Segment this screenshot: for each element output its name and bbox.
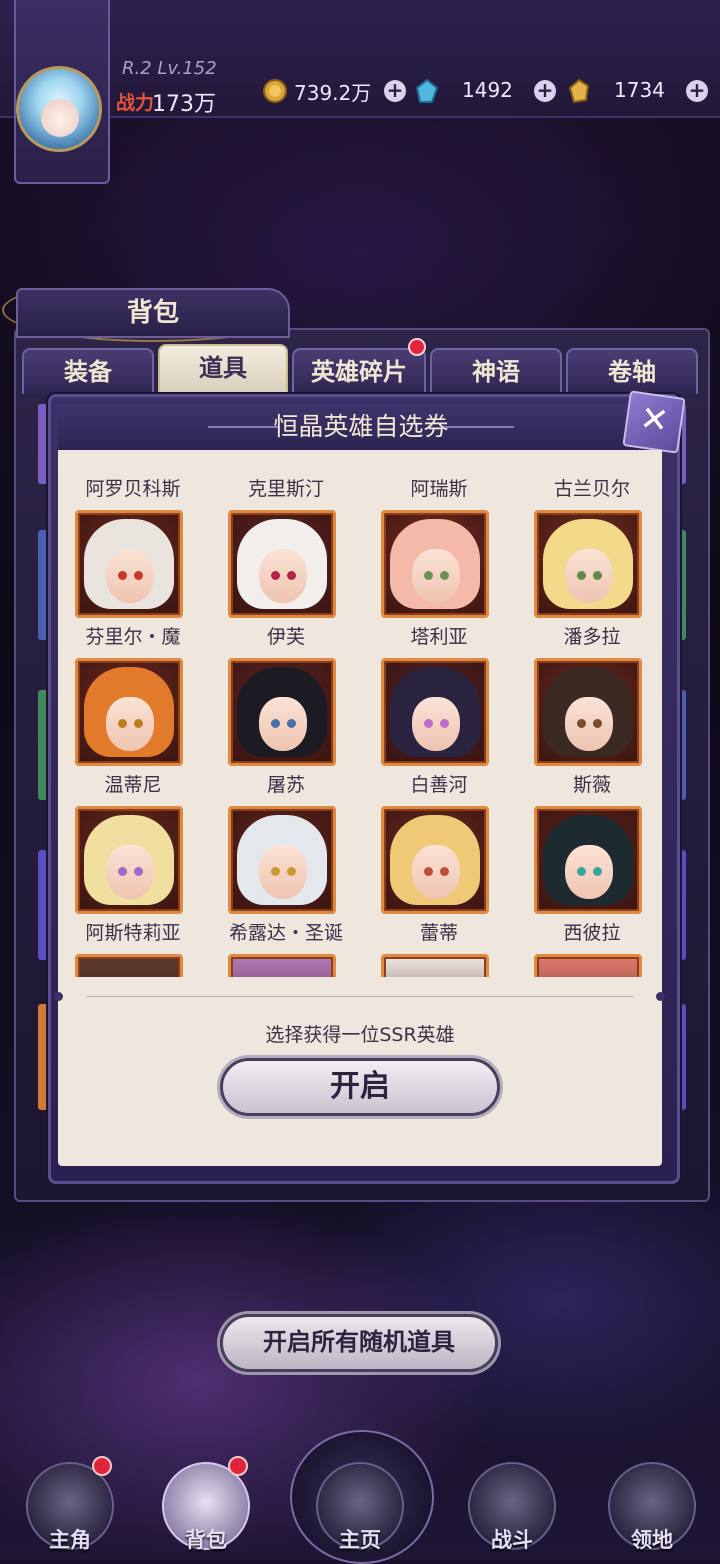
add-gold-button[interactable]: + bbox=[384, 80, 406, 102]
nav-label: 领地 bbox=[631, 1527, 673, 1552]
hero-portrait-card[interactable] bbox=[381, 510, 489, 618]
nav-label: 战斗 bbox=[491, 1527, 533, 1552]
gold-resource: 739.2万 bbox=[262, 76, 371, 106]
hero-portrait-card[interactable] bbox=[381, 806, 489, 914]
power-label: 战力 bbox=[116, 92, 155, 114]
hero-portrait-card[interactable] bbox=[75, 658, 183, 766]
hero-name: 潘多拉 bbox=[563, 626, 621, 648]
gold-gem-icon bbox=[568, 78, 590, 104]
hero-name: 屠苏 bbox=[266, 774, 305, 796]
tab-scrolls[interactable]: 卷轴 bbox=[566, 348, 698, 394]
hero-name: 阿斯特莉亚 bbox=[85, 922, 181, 944]
open-button[interactable]: 开启 bbox=[220, 1058, 500, 1116]
hero-portrait-card[interactable] bbox=[381, 954, 489, 977]
gold-coin-icon bbox=[263, 79, 287, 103]
nav-item-castle[interactable]: 领地 bbox=[600, 1440, 704, 1556]
hero-portrait-card[interactable] bbox=[381, 658, 489, 766]
hero-name: 西彼拉 bbox=[563, 922, 621, 944]
crystal-value: 1492 bbox=[462, 78, 513, 102]
hero-portrait-card[interactable] bbox=[228, 658, 336, 766]
hero-portrait-card[interactable] bbox=[75, 806, 183, 914]
hero-portrait-card[interactable] bbox=[534, 806, 642, 914]
tab-equipment[interactable]: 装备 bbox=[22, 348, 154, 394]
tab-mythos[interactable]: 神语 bbox=[430, 348, 562, 394]
crystal-icon bbox=[415, 78, 439, 103]
hero-name: 芬里尔・魔 bbox=[85, 626, 181, 648]
hero-portrait-card[interactable] bbox=[534, 658, 642, 766]
hero-portrait-card[interactable] bbox=[534, 954, 642, 977]
item-slot-edge bbox=[38, 1004, 48, 1110]
bag-title: 背包 bbox=[126, 298, 179, 328]
hero-name: 蕾蒂 bbox=[419, 922, 458, 944]
gold-value: 739.2万 bbox=[294, 80, 372, 105]
modal-title: 恒晶英雄自选券 bbox=[273, 412, 449, 441]
hero-name: 希露达・圣诞 bbox=[228, 922, 343, 944]
item-slot-edge bbox=[38, 404, 48, 484]
nav-item-hero[interactable]: 主角 bbox=[18, 1440, 122, 1556]
nav-label: 背包 bbox=[185, 1527, 227, 1552]
nav-item-swords[interactable]: 战斗 bbox=[460, 1440, 564, 1556]
column-hero-name: 阿瑞斯 bbox=[410, 478, 468, 500]
bag-title-tag: 背包 bbox=[16, 288, 290, 338]
nav-item-book[interactable]: 主页 bbox=[308, 1440, 412, 1556]
nav-label: 主角 bbox=[49, 1527, 91, 1552]
hero-portrait-card[interactable] bbox=[228, 510, 336, 618]
nav-label: 主页 bbox=[339, 1527, 381, 1552]
hero-name: 斯薇 bbox=[572, 774, 611, 796]
nav-item-bag[interactable]: 背包 bbox=[154, 1440, 258, 1556]
column-hero-name: 古兰贝尔 bbox=[553, 478, 630, 500]
player-avatar[interactable] bbox=[16, 66, 102, 152]
add-gold-gem-button[interactable]: + bbox=[686, 80, 708, 102]
crystal-resource bbox=[414, 76, 446, 106]
hero-portrait-card[interactable] bbox=[228, 954, 336, 977]
hero-name: 温蒂尼 bbox=[104, 774, 162, 796]
add-crystal-button[interactable]: + bbox=[534, 80, 556, 102]
item-slot-edge bbox=[38, 850, 48, 960]
hero-portrait-card[interactable] bbox=[228, 806, 336, 914]
hero-shards-badge bbox=[408, 338, 426, 356]
column-hero-name: 克里斯汀 bbox=[247, 478, 324, 500]
tab-items[interactable]: 道具 bbox=[158, 344, 288, 394]
hero-portrait-card[interactable] bbox=[75, 954, 183, 977]
hero-portrait-card[interactable] bbox=[534, 510, 642, 618]
nav-badge bbox=[92, 1456, 112, 1476]
column-hero-name: 阿罗贝科斯 bbox=[85, 478, 181, 500]
hero-name: 塔利亚 bbox=[410, 626, 468, 648]
select-hint: 选择获得一位SSR英雄 bbox=[265, 1024, 455, 1046]
divider-end-right bbox=[656, 992, 665, 1001]
gold-gem-value: 1734 bbox=[614, 78, 665, 102]
title-ornament-right bbox=[444, 426, 514, 428]
divider-end-left bbox=[54, 992, 63, 1001]
modal-header: 恒晶英雄自选券 bbox=[58, 404, 664, 451]
item-slot-edge bbox=[38, 530, 48, 640]
open-all-random-items-button[interactable]: 开启所有随机道具 bbox=[220, 1314, 498, 1372]
nav-badge bbox=[228, 1456, 248, 1476]
item-slot-edge bbox=[38, 690, 48, 800]
gold-gem-resource bbox=[566, 76, 598, 106]
hero-portrait-card[interactable] bbox=[75, 510, 183, 618]
hero-name: 伊芙 bbox=[266, 626, 305, 648]
hero-name: 白善河 bbox=[410, 774, 468, 796]
power-value: 173万 bbox=[152, 92, 216, 117]
player-rank-level: R.2 Lv.152 bbox=[122, 58, 217, 79]
hero-grid: 阿罗贝科斯 克里斯汀 阿瑞斯 古兰贝尔芬里尔・魔 伊芙 塔利亚 潘多拉温蒂尼 屠苏 白善河 斯薇阿… bbox=[58, 462, 662, 977]
tab-hero-shards[interactable]: 英雄碎片 bbox=[292, 348, 426, 394]
close-icon[interactable]: ✕ bbox=[622, 390, 686, 454]
divider bbox=[86, 996, 634, 997]
